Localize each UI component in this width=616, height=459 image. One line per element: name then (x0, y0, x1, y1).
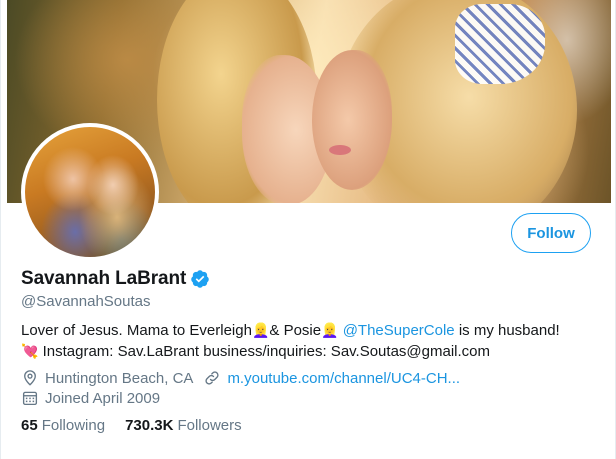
bio-text: Instagram: Sav.LaBrant business/inquirie… (42, 343, 490, 360)
location-text: Huntington Beach, CA (45, 369, 194, 387)
verified-badge-icon (191, 270, 209, 288)
following-label: Following (41, 417, 106, 434)
following-count: 65 (21, 417, 38, 434)
joined-date: Joined April 2009 (45, 389, 161, 407)
location-pin-icon (24, 370, 36, 386)
website-link[interactable]: m.youtube.com/channel/UC4-CH... (227, 370, 460, 387)
blonde-person-emoji-icon: 👱‍♀️ (251, 322, 270, 338)
heart-arrow-emoji-icon: 💘 (21, 343, 39, 359)
followers-count: 730.3K (125, 417, 174, 434)
blonde-person-emoji-icon: 👱‍♀️ (321, 322, 339, 338)
bio-text: is my husband! (458, 322, 560, 339)
bio-line: Lover of Jesus. Mama to Everleigh👱‍♀️& P… (21, 320, 601, 341)
profile-card: Follow Savannah LaBrant @SavannahSoutas … (0, 0, 616, 459)
bio-line: 💘 Instagram: Sav.LaBrant business/inquir… (21, 341, 601, 362)
followers-label: Followers (177, 417, 242, 434)
link-icon (205, 371, 219, 385)
banner-photo-detail (329, 145, 351, 155)
bio-text: & Posie (269, 322, 322, 339)
mention-link[interactable]: @TheSuperCole (343, 322, 455, 339)
handle: @SavannahSoutas (21, 293, 151, 310)
profile-meta-row: Huntington Beach, CA m.youtube.com/chann… (21, 369, 460, 387)
bio: Lover of Jesus. Mama to Everleigh👱‍♀️& P… (21, 320, 601, 362)
follow-button[interactable]: Follow (511, 213, 591, 253)
banner-photo-detail (455, 4, 545, 84)
bio-text: Lover of Jesus. Mama to Everleigh (21, 322, 252, 339)
following-count-link[interactable]: 65 Following (21, 417, 105, 434)
banner-photo-detail (312, 50, 392, 190)
avatar[interactable] (21, 123, 159, 261)
follow-stats: 65 Following 730.3K Followers (21, 417, 262, 434)
calendar-icon (22, 391, 38, 406)
followers-count-link[interactable]: 730.3K Followers (125, 417, 242, 434)
profile-meta-row: Joined April 2009 (21, 389, 160, 407)
display-name: Savannah LaBrant (21, 268, 187, 289)
name-row: Savannah LaBrant (21, 268, 210, 290)
